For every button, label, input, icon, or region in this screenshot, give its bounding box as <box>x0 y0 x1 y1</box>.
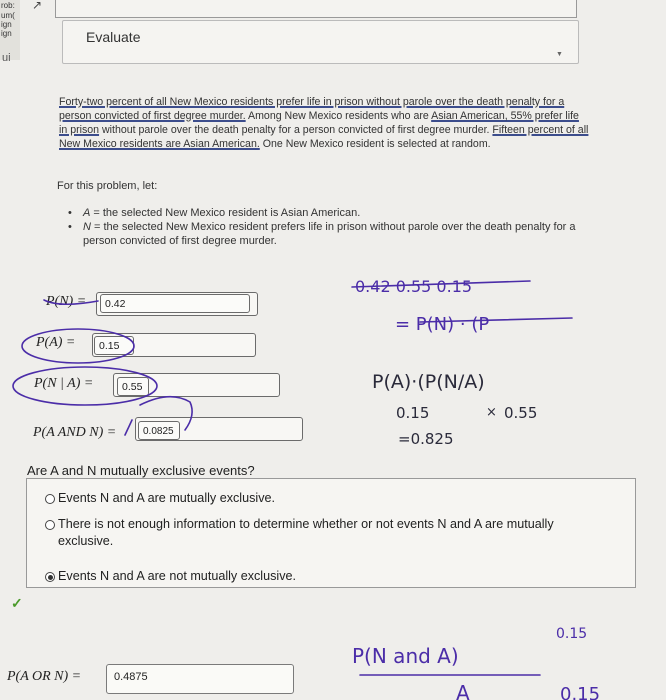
hw-line-4b: 0.55 <box>504 404 537 422</box>
arc-pand-annotation <box>139 395 193 431</box>
handwriting-overlay: 0.42 0.55 0.15 = P(N) · (P P(A)·(P(N/A) … <box>12 277 600 700</box>
hw-line-6: P(N and A) <box>352 644 459 668</box>
circle-pna-annotation <box>12 366 158 406</box>
hw-times: × <box>486 405 497 420</box>
hw-line-7b: 0.15 <box>560 684 600 700</box>
hw-line-6b: 0.15 <box>556 626 587 642</box>
hw-line-4a: 0.15 <box>396 404 429 422</box>
underline-pn-annotation <box>43 299 99 306</box>
hw-line-3: P(A)·(P(N/A) <box>372 371 485 393</box>
hw-line-7a: A <box>456 681 470 700</box>
circle-pa-annotation <box>21 328 135 364</box>
hw-line-2: = P(N) · (P <box>395 314 489 335</box>
slash-annotation <box>124 419 133 436</box>
hw-line-5: =0.825 <box>398 430 454 448</box>
